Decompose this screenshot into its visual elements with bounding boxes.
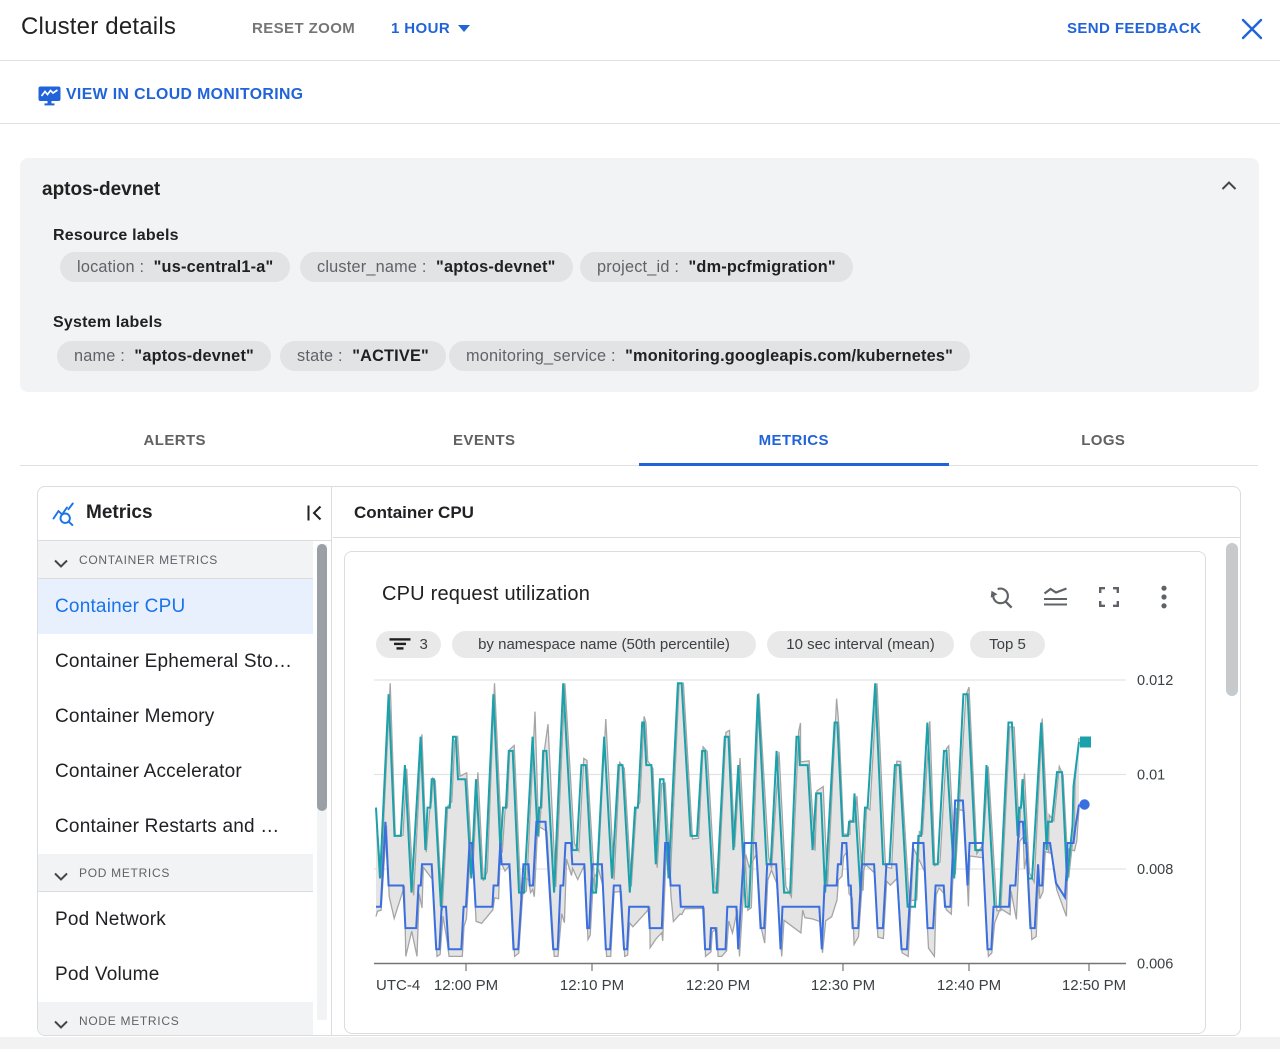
svg-text:12:50 PM: 12:50 PM [1062,977,1126,994]
svg-text:12:30 PM: 12:30 PM [811,977,875,994]
svg-text:0.008: 0.008 [1137,862,1173,878]
svg-text:0.006: 0.006 [1137,957,1173,973]
svg-text:0.012: 0.012 [1137,673,1173,689]
svg-text:UTC-4: UTC-4 [376,977,420,994]
svg-text:12:20 PM: 12:20 PM [686,977,750,994]
svg-text:0.01: 0.01 [1137,768,1165,784]
svg-text:12:00 PM: 12:00 PM [434,977,498,994]
svg-text:12:40 PM: 12:40 PM [937,977,1001,994]
svg-text:12:10 PM: 12:10 PM [560,977,624,994]
